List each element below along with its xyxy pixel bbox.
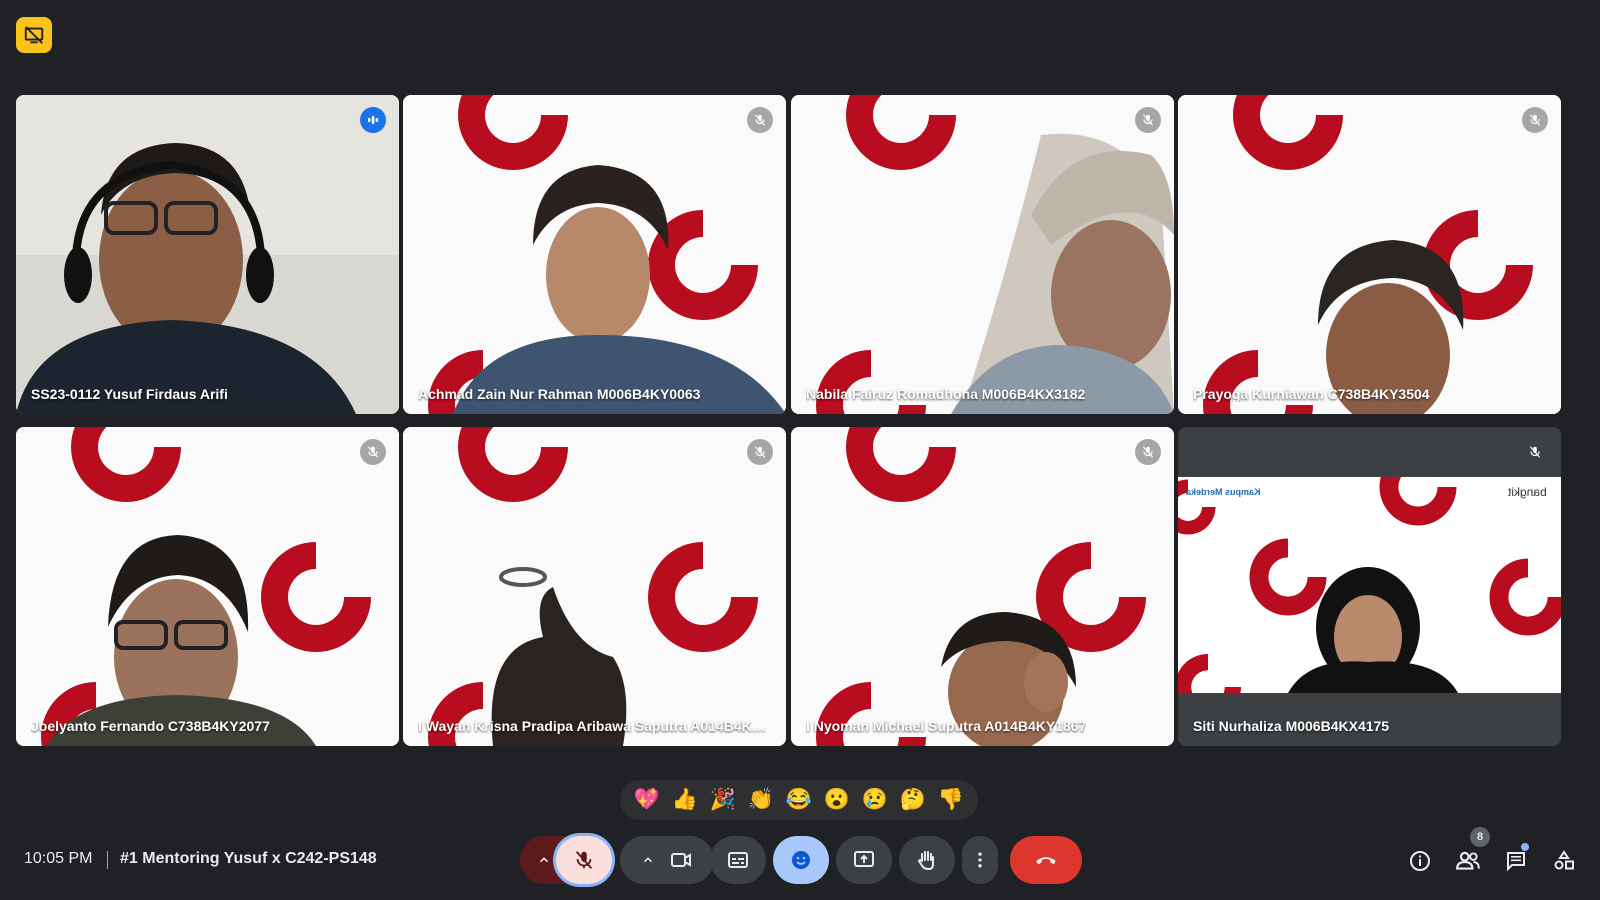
participant-name: I Nyoman Michael Suputra A014B4KY1867 [806, 718, 1087, 734]
mic-off-icon [1135, 107, 1161, 133]
current-time: 10:05 PM [24, 850, 93, 867]
chat-button[interactable] [1502, 847, 1530, 875]
mic-off-icon [1135, 439, 1161, 465]
participant-tile[interactable]: Achmad Zain Nur Rahman M006B4KY0063 [403, 95, 786, 414]
closed-captions-icon [728, 852, 748, 868]
reactions-bar: 💖 👍 🎉 👏 😂 😮 😢 🤔 👎 [620, 780, 978, 820]
mic-off-icon [747, 107, 773, 133]
reaction-heart[interactable]: 💖 [634, 788, 660, 812]
mic-off-icon [575, 851, 593, 869]
bangkit-logo: bangkit [1508, 485, 1547, 499]
chat-icon [1507, 852, 1525, 872]
microphone-button[interactable] [556, 836, 612, 884]
participant-video [791, 95, 1174, 414]
participant-name: Siti Nurhaliza M006B4KX4175 [1193, 718, 1390, 734]
captions-button[interactable] [710, 836, 766, 884]
raise-hand-button[interactable] [899, 836, 955, 884]
info-icon [1410, 851, 1430, 871]
reaction-thumbs-up[interactable]: 👍 [672, 788, 698, 812]
end-call-icon [1036, 857, 1056, 865]
present-screen-button[interactable] [836, 836, 892, 884]
participant-tile[interactable]: Nabila Fairuz Romadhona M006B4KX3182 [791, 95, 1174, 414]
divider [107, 851, 108, 869]
reaction-surprised[interactable]: 😮 [824, 788, 850, 812]
participant-tile[interactable]: I Wayan Krisna Pradipa Aribawa Saputra A… [403, 427, 786, 746]
reaction-laugh[interactable]: 😂 [786, 788, 812, 812]
no-screen-share-badge[interactable] [16, 17, 52, 53]
raise-hand-icon [917, 851, 934, 871]
meeting-title: #1 Mentoring Yusuf x C242-PS148 [120, 850, 377, 867]
emoji-icon [792, 851, 810, 869]
reactions-button[interactable] [773, 836, 829, 884]
reaction-thumbs-down[interactable]: 👎 [938, 788, 964, 812]
participant-video [1178, 95, 1561, 414]
present-screen-icon [854, 851, 874, 867]
participant-tile[interactable]: Joelyanto Fernando C738B4KY2077 [16, 427, 399, 746]
mic-off-icon [1522, 439, 1548, 465]
participant-tile[interactable]: I Nyoman Michael Suputra A014B4KY1867 [791, 427, 1174, 746]
participant-name: Joelyanto Fernando C738B4KY2077 [31, 718, 270, 734]
participant-video [403, 427, 786, 746]
reaction-clap[interactable]: 👏 [748, 788, 774, 812]
participant-name: Achmad Zain Nur Rahman M006B4KY0063 [418, 386, 701, 402]
participant-count-badge: 8 [1470, 827, 1490, 847]
no-screen-share-icon [24, 26, 44, 44]
reaction-sad[interactable]: 😢 [862, 788, 888, 812]
camera-button[interactable] [620, 836, 714, 884]
speaking-indicator-icon [360, 107, 386, 133]
people-button[interactable] [1454, 847, 1482, 875]
mic-off-icon [747, 439, 773, 465]
participant-tile[interactable]: Kampus Merdeka bangkit Siti Nurhaliza M0… [1178, 427, 1561, 746]
participant-video [403, 95, 786, 414]
more-vertical-icon [978, 852, 982, 868]
chevron-up-icon [643, 857, 653, 863]
mic-off-icon [1522, 107, 1548, 133]
unread-indicator [1521, 843, 1529, 851]
more-options-button[interactable] [962, 836, 998, 884]
participant-tile[interactable]: SS23-0112 Yusuf Firdaus Arifi [16, 95, 399, 414]
leave-call-button[interactable] [1010, 836, 1082, 884]
participant-video [16, 95, 399, 414]
kampus-merdeka-logo: Kampus Merdeka [1186, 487, 1261, 497]
mic-off-icon [360, 439, 386, 465]
reaction-party[interactable]: 🎉 [710, 788, 736, 812]
participant-video: Kampus Merdeka bangkit [1178, 477, 1561, 693]
reaction-thinking[interactable]: 🤔 [900, 788, 926, 812]
people-icon [1456, 851, 1480, 870]
participant-tile[interactable]: Prayoga Kurniawan C738B4KY3504 [1178, 95, 1561, 414]
participant-video [791, 427, 1174, 746]
participant-name: SS23-0112 Yusuf Firdaus Arifi [31, 386, 228, 402]
participant-video [16, 427, 399, 746]
participant-name: Nabila Fairuz Romadhona M006B4KX3182 [806, 386, 1086, 402]
activities-icon [1554, 850, 1574, 870]
participant-name: Prayoga Kurniawan C738B4KY3504 [1193, 386, 1430, 402]
participant-name: I Wayan Krisna Pradipa Aribawa Saputra A… [418, 718, 768, 734]
meeting-details-button[interactable] [1406, 847, 1434, 875]
video-camera-icon [671, 853, 691, 867]
chevron-up-icon [539, 857, 549, 863]
activities-button[interactable] [1550, 847, 1578, 875]
